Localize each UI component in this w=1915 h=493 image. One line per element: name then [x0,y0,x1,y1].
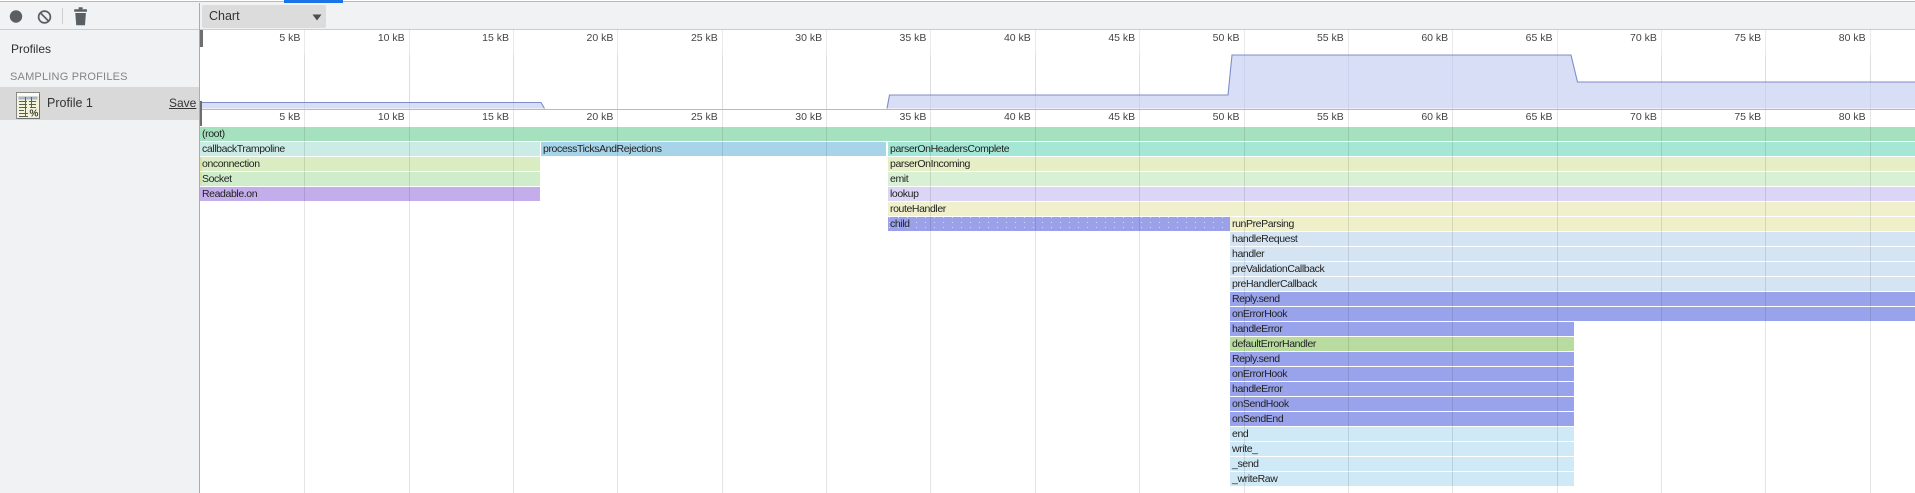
svg-text:%: % [30,109,39,120]
